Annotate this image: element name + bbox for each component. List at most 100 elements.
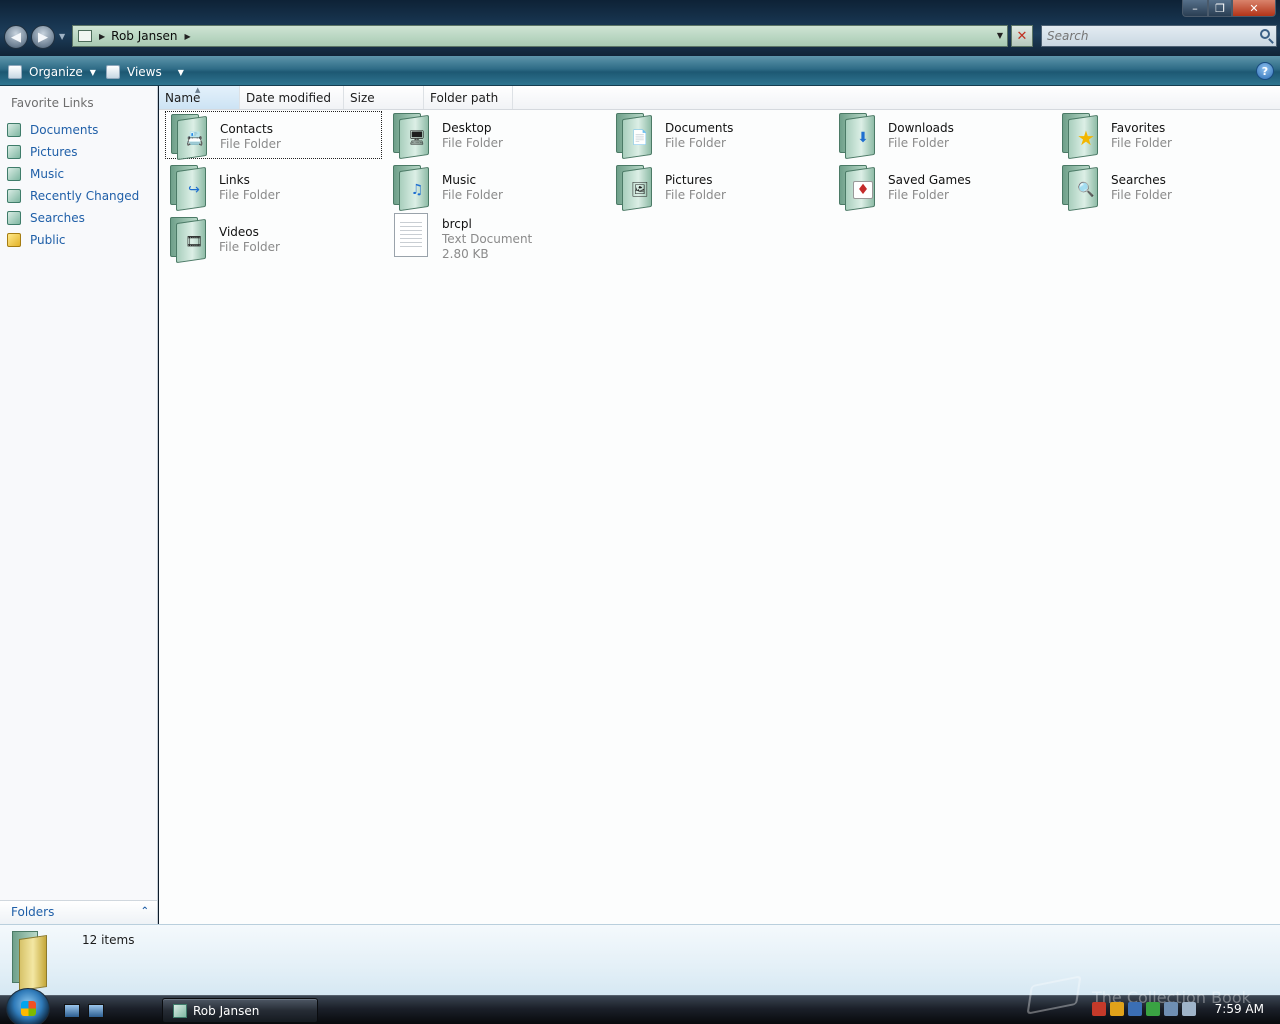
close-button[interactable]: ✕ (1232, 0, 1276, 17)
item-name: Favorites (1111, 121, 1166, 135)
forward-button[interactable]: ▶ (31, 25, 55, 49)
item-type: File Folder (888, 188, 949, 202)
user-folder-icon (10, 931, 48, 991)
nav-link-label: Searches (30, 211, 85, 225)
folders-label: Folders (11, 905, 55, 919)
videos-folder-icon: 🎞 (168, 217, 208, 264)
switch-windows-icon[interactable] (88, 1004, 104, 1018)
nav-link-searches[interactable]: Searches (7, 207, 139, 229)
taskbar-button-rob-jansen[interactable]: Rob Jansen (162, 998, 318, 1023)
help-button[interactable]: ? (1256, 62, 1274, 80)
item-name: Links (219, 173, 250, 187)
column-header-name[interactable]: ▲ Name (159, 86, 240, 109)
item-type: Text Document (442, 232, 533, 246)
address-dropdown-icon[interactable]: ▼ (997, 31, 1003, 40)
column-header-date-modified[interactable]: Date modified (240, 86, 344, 109)
item-name: brcpl (442, 217, 472, 231)
item-name: Documents (665, 121, 734, 135)
list-item-desktop[interactable]: 🖥 Desktop File Folder (388, 111, 605, 160)
column-header-size[interactable]: Size (344, 86, 424, 109)
documents-folder-icon: 📄 (614, 113, 654, 160)
favorite-links-list: Documents Pictures Music Recently Change… (7, 119, 139, 251)
organize-menu[interactable]: Organize ▼ (8, 62, 96, 82)
item-name: Contacts (220, 122, 273, 136)
show-desktop-icon[interactable] (64, 1004, 80, 1018)
list-item-pictures[interactable]: 🖼 Pictures File Folder (611, 163, 828, 212)
nav-link-public[interactable]: Public (7, 229, 139, 251)
item-size: 2.80 KB (442, 247, 489, 261)
item-type: File Folder (665, 136, 726, 150)
nav-link-label: Recently Changed (30, 189, 140, 203)
list-item-videos[interactable]: 🎞 Videos File Folder (165, 215, 382, 264)
address-bar[interactable]: ▶ Rob Jansen ▶ ▼ (72, 25, 1008, 47)
minimize-button[interactable]: – (1182, 0, 1208, 17)
nav-link-pictures[interactable]: Pictures (7, 141, 139, 163)
maximize-button[interactable]: ❐ (1208, 0, 1232, 17)
item-type: File Folder (1111, 136, 1172, 150)
list-item-saved-games[interactable]: ♦ Saved Games File Folder (834, 163, 1051, 212)
nav-link-music[interactable]: Music (7, 163, 139, 185)
pictures-icon (7, 145, 21, 159)
organize-label: Organize (29, 65, 83, 79)
stop-button[interactable]: ✕ (1011, 25, 1033, 47)
breadcrumb-user[interactable]: Rob Jansen (111, 29, 177, 43)
list-item-downloads[interactable]: ⬇ Downloads File Folder (834, 111, 1051, 160)
item-count: 12 items (82, 933, 135, 947)
checkmark-icon[interactable] (1146, 1002, 1160, 1016)
volume-icon[interactable] (1182, 1002, 1196, 1016)
nav-link-label: Music (30, 167, 65, 181)
monitor-icon[interactable] (1128, 1002, 1142, 1016)
searches-icon (7, 211, 21, 225)
shield-icon[interactable] (1110, 1002, 1124, 1016)
clock[interactable]: 7:59 AM (1215, 1002, 1264, 1016)
nav-link-label: Pictures (30, 145, 78, 159)
list-item-brcpl[interactable]: brcpl Text Document 2.80 KB (388, 211, 605, 269)
item-name: Searches (1111, 173, 1166, 187)
column-label: Size (350, 90, 375, 105)
column-label: Folder path (430, 90, 499, 105)
file-list: ▲ Name Date modified Size Folder path 📇 … (159, 86, 1280, 924)
music-icon (7, 167, 21, 181)
pictures-folder-icon: 🖼 (614, 165, 654, 212)
column-headers: ▲ Name Date modified Size Folder path (159, 86, 1280, 110)
saved-games-folder-icon: ♦ (837, 165, 877, 212)
list-item-favorites[interactable]: ★ Favorites File Folder (1057, 111, 1274, 160)
music-folder-icon: ♫ (391, 165, 431, 212)
search-box[interactable] (1041, 25, 1277, 47)
network-icon[interactable] (1164, 1002, 1178, 1016)
organize-icon (8, 65, 22, 79)
item-name: Music (442, 173, 477, 187)
item-name: Pictures (665, 173, 713, 187)
views-menu[interactable]: Views ▼ (106, 62, 184, 82)
list-item-searches[interactable]: 🔍 Searches File Folder (1057, 163, 1274, 212)
chevron-right-icon[interactable]: ▶ (184, 32, 190, 41)
nav-link-documents[interactable]: Documents (7, 119, 139, 141)
searches-folder-icon: 🔍 (1060, 165, 1100, 212)
list-item-links[interactable]: ↪ Links File Folder (165, 163, 382, 212)
views-label: Views (127, 65, 162, 79)
list-item-contacts[interactable]: 📇 Contacts File Folder (165, 111, 382, 161)
nav-link-recently-changed[interactable]: Recently Changed (7, 185, 139, 207)
downloads-folder-icon: ⬇ (837, 113, 877, 160)
recent-pages-dropdown[interactable]: ▼ (59, 32, 65, 41)
start-button[interactable] (6, 988, 50, 1024)
chevron-up-icon: ⌃ (140, 906, 149, 917)
search-icon[interactable] (1260, 29, 1270, 39)
item-name: Downloads (888, 121, 954, 135)
favorites-folder-icon: ★ (1060, 113, 1100, 160)
list-item-music[interactable]: ♫ Music File Folder (388, 163, 605, 212)
folders-toggle[interactable]: Folders ⌃ (0, 900, 157, 924)
navigation-pane: Favorite Links Documents Pictures Music … (0, 86, 158, 924)
column-header-folder-path[interactable]: Folder path (424, 86, 513, 109)
user-folder-icon (78, 30, 92, 42)
desktop-folder-icon: 🖥 (391, 113, 431, 160)
back-button[interactable]: ◀ (4, 25, 28, 49)
list-item-documents[interactable]: 📄 Documents File Folder (611, 111, 828, 160)
chevron-right-icon[interactable]: ▶ (99, 32, 105, 41)
nav-link-label: Documents (30, 123, 99, 137)
links-folder-icon: ↪ (168, 165, 208, 212)
details-pane: 12 items (0, 924, 1280, 995)
search-input[interactable] (1047, 29, 1247, 43)
security-alert-icon[interactable] (1092, 1002, 1106, 1016)
command-bar: Organize ▼ Views ▼ ? (0, 56, 1280, 86)
